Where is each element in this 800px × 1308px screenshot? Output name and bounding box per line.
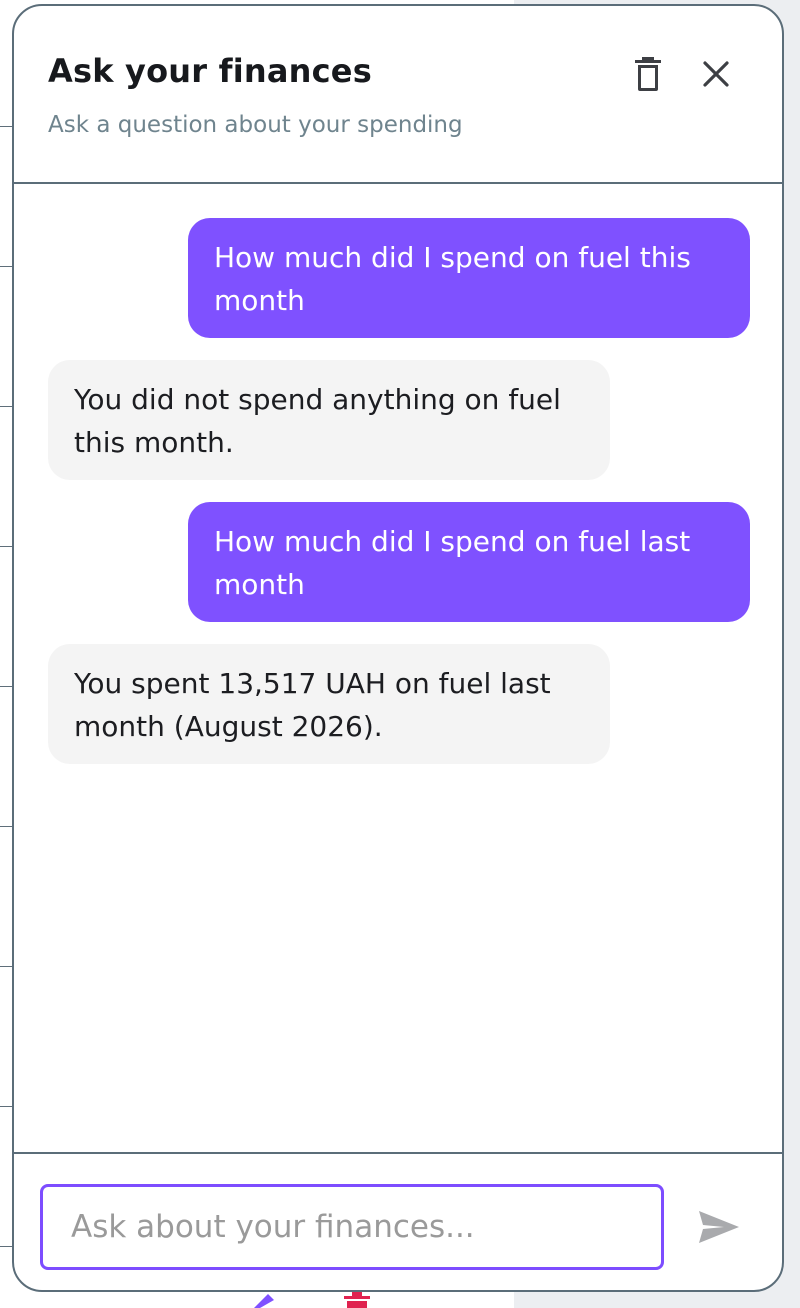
close-icon	[703, 61, 729, 87]
message-list[interactable]: How much did I spend on fuel this month …	[14, 184, 782, 1152]
assistant-message: You did not spend anything on fuel this …	[48, 360, 610, 480]
send-icon	[699, 1211, 739, 1243]
edit-icon[interactable]	[248, 1292, 278, 1308]
chat-panel: Ask your finances Ask a question about y…	[12, 4, 784, 1292]
send-button[interactable]	[696, 1206, 742, 1248]
delete-icon[interactable]	[340, 1292, 374, 1308]
close-chat-button[interactable]	[694, 52, 738, 96]
chat-title: Ask your finances	[48, 52, 372, 90]
chat-header: Ask your finances Ask a question about y…	[14, 6, 782, 184]
chat-subtitle: Ask a question about your spending	[48, 112, 463, 138]
assistant-message: You spent 13,517 UAH on fuel last month …	[48, 644, 610, 764]
user-message: How much did I spend on fuel last month	[188, 502, 750, 622]
clear-chat-button[interactable]	[626, 52, 670, 96]
user-message: How much did I spend on fuel this month	[188, 218, 750, 338]
composer	[14, 1152, 782, 1290]
trash-icon	[635, 57, 661, 91]
message-input[interactable]	[40, 1184, 664, 1270]
